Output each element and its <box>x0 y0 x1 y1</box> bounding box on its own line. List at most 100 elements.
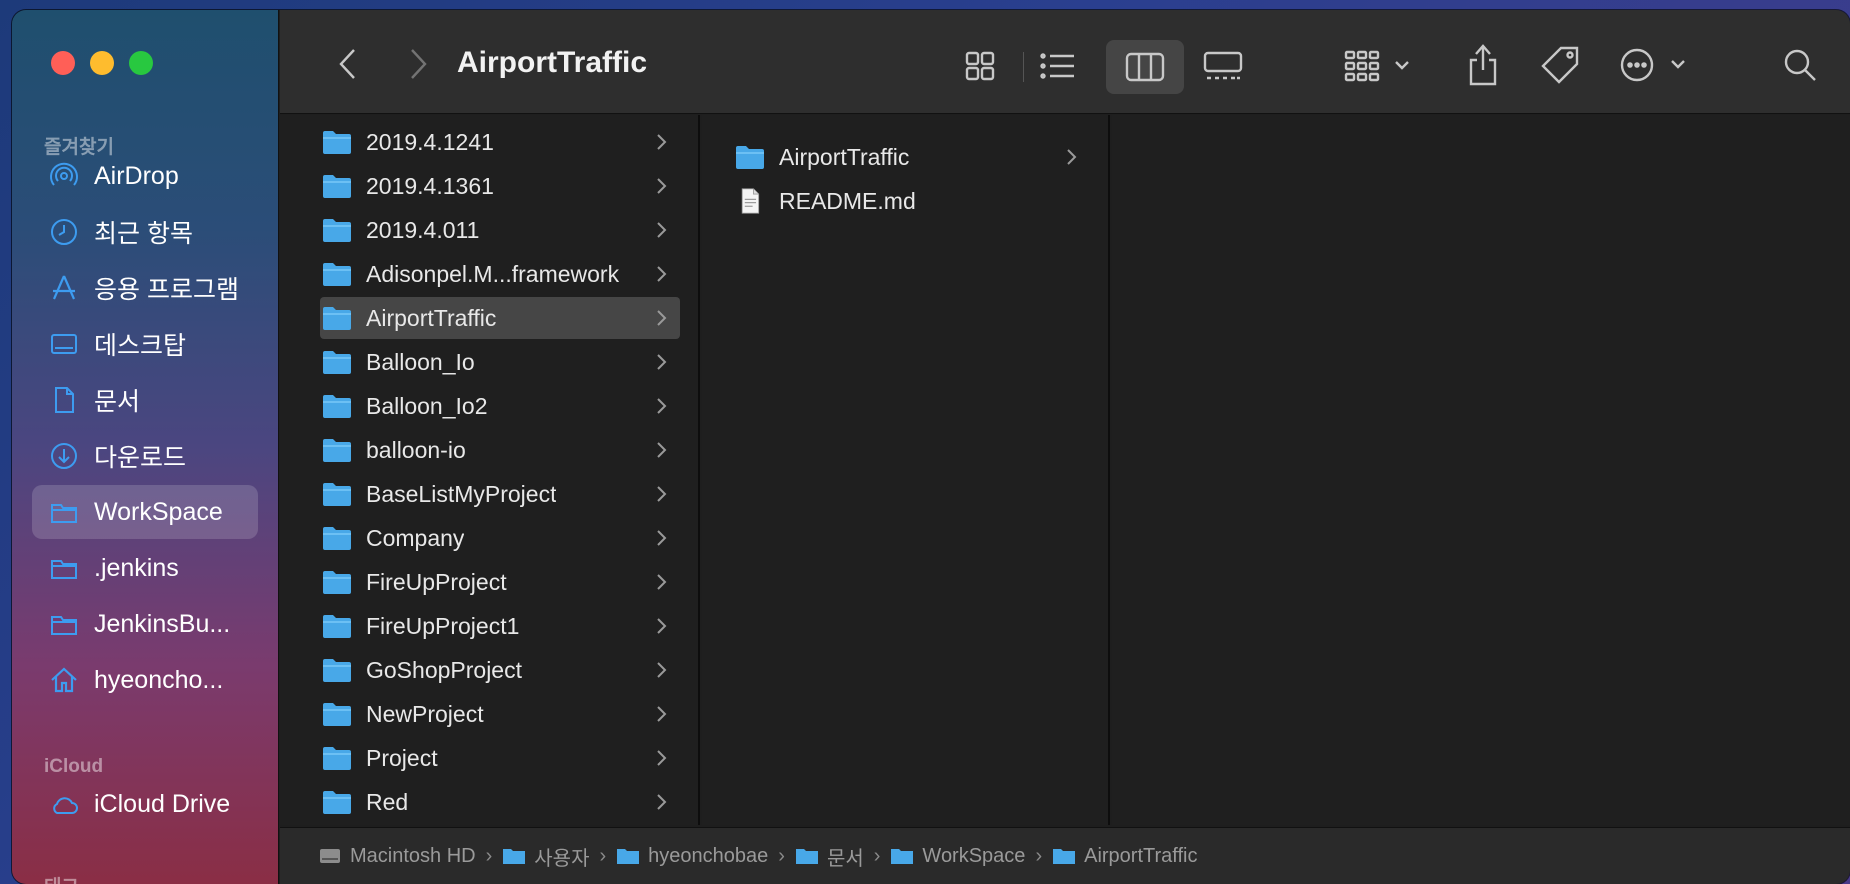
folder-icon <box>323 263 351 286</box>
folder-row[interactable]: Balloon_Io <box>320 341 680 383</box>
path-crumb[interactable]: AirportTraffic <box>1052 845 1197 868</box>
sidebar-item[interactable]: JenkinsBu... <box>32 597 258 651</box>
column-1[interactable]: 2019.4.1241 2019.4.1361 2019.4.011 Adisonpe… <box>280 115 700 825</box>
zoom-button[interactable] <box>129 51 153 75</box>
path-crumb[interactable]: WorkSpace <box>890 845 1025 868</box>
folder-row[interactable]: Balloon_Io2 <box>320 385 680 427</box>
sidebar-item[interactable]: 최근 항목 <box>32 205 258 259</box>
window-title: AirportTraffic <box>457 46 648 79</box>
folder-row[interactable]: AirportTraffic <box>320 297 680 339</box>
path-crumb-label: hyeonchobae <box>648 844 769 867</box>
folder-row[interactable]: AirportTraffic <box>735 136 1090 178</box>
path-crumb[interactable]: 문서 <box>795 842 864 871</box>
toolbar: AirportTraffic <box>280 10 1850 114</box>
path-crumb-label: Macintosh HD <box>350 844 476 867</box>
folder-row[interactable]: FireUpProject <box>320 561 680 603</box>
chevron-right-icon <box>657 486 667 502</box>
path-separator-icon: › <box>599 844 607 867</box>
sidebar-item-label: 최근 항목 <box>94 220 193 248</box>
path-crumb[interactable]: Macintosh HD <box>318 845 476 868</box>
cloud-icon <box>48 788 80 820</box>
chevron-right-icon <box>657 618 667 634</box>
path-separator-icon: › <box>1035 844 1043 867</box>
icon-view-button[interactable] <box>960 46 1000 86</box>
sidebar-item-label: .jenkins <box>94 553 179 582</box>
folder-row[interactable]: 2019.4.011 <box>320 209 680 251</box>
group-button[interactable] <box>1343 46 1419 86</box>
column-view-button[interactable] <box>1106 40 1184 94</box>
sidebar-item-label: AirDrop <box>94 161 179 190</box>
minimize-button[interactable] <box>90 51 114 75</box>
tag-button[interactable] <box>1537 42 1583 88</box>
path-separator-icon: › <box>485 844 493 867</box>
path-bar: Macintosh HD › 사용자 › hyeonchobae › 문서 › WorkSpac… <box>280 827 1850 884</box>
list-view-button[interactable] <box>1036 46 1080 86</box>
folder-row[interactable]: BaseListMyProject <box>320 473 680 515</box>
sidebar-item-label: JenkinsBu... <box>94 609 231 638</box>
folder-row[interactable]: 2019.4.1241 <box>320 121 680 163</box>
folder-name: AirportTraffic <box>366 304 497 331</box>
tag-icon <box>1541 46 1579 84</box>
sidebar-item[interactable]: 데스크탑 <box>32 317 258 371</box>
forward-button[interactable] <box>400 44 436 84</box>
sidebar-item[interactable]: 문서 <box>32 373 258 427</box>
back-button[interactable] <box>330 44 366 84</box>
path-crumb-label: 문서 <box>826 847 864 870</box>
folder-row[interactable]: GoShopProject <box>320 649 680 691</box>
folder-icon <box>323 219 351 242</box>
sidebar-item[interactable]: AirDrop <box>32 149 258 203</box>
folder-name: Red <box>366 788 409 815</box>
chevron-right-icon <box>657 794 667 810</box>
share-button[interactable] <box>1463 40 1503 90</box>
sidebar-item[interactable]: hyeoncho... <box>32 653 258 707</box>
folder-row[interactable]: 2019.4.1361 <box>320 165 680 207</box>
more-icon <box>1620 48 1685 82</box>
folder-icon <box>323 527 351 550</box>
folder-name: 2019.4.1241 <box>366 128 494 155</box>
folder-row[interactable]: FireUpProject1 <box>320 605 680 647</box>
folder-row[interactable]: Company <box>320 517 680 559</box>
folder-row[interactable]: Adisonpel.M...framework <box>320 253 680 295</box>
chevron-right-icon <box>657 266 667 282</box>
folder-row[interactable]: Project <box>320 737 680 779</box>
folder-name: NewProject <box>366 700 484 727</box>
folder-name: FireUpProject1 <box>366 612 520 639</box>
folder-row[interactable]: NewProject <box>320 693 680 735</box>
search-button[interactable] <box>1780 44 1820 86</box>
back-chevron-icon <box>339 49 355 79</box>
airdrop-icon <box>48 160 80 192</box>
folder-icon <box>323 703 351 726</box>
folder-icon <box>503 849 526 864</box>
folder-row[interactable]: Red <box>320 781 680 823</box>
folder-icon <box>736 146 764 169</box>
close-button[interactable] <box>51 51 75 75</box>
share-icon <box>1469 44 1497 86</box>
folder-icon <box>795 849 818 864</box>
sidebar-item[interactable]: iCloud Drive <box>32 777 258 831</box>
column-view-icon <box>1125 52 1165 82</box>
file-row[interactable]: README.md <box>735 180 1090 222</box>
folder-name: balloon-io <box>366 436 466 463</box>
sidebar-item[interactable]: WorkSpace <box>32 485 258 539</box>
tags-title: 태그 <box>44 872 79 884</box>
chevron-right-icon <box>657 574 667 590</box>
sidebar-item[interactable]: 응용 프로그램 <box>32 261 258 315</box>
folder-icon <box>48 496 80 528</box>
path-crumb[interactable]: 사용자 <box>502 842 589 871</box>
desktop-icon <box>48 328 80 360</box>
sidebar-item-label: 데스크탑 <box>94 332 187 360</box>
column-3[interactable] <box>1112 115 1850 825</box>
folder-name: Adisonpel.M...framework <box>366 260 620 287</box>
more-button[interactable] <box>1618 44 1698 86</box>
folder-icon <box>323 747 351 770</box>
gallery-view-button[interactable] <box>1200 46 1246 86</box>
path-crumb[interactable]: hyeonchobae <box>616 845 768 868</box>
finder-window: 즐겨찾기 AirDrop 최근 항목 응용 프로그램 데스크탑 문서 다운로드 WorkSp… <box>12 10 1850 884</box>
chevron-right-icon <box>657 530 667 546</box>
chevron-right-icon <box>657 706 667 722</box>
folder-row[interactable]: balloon-io <box>320 429 680 471</box>
sidebar-item[interactable]: .jenkins <box>32 541 258 595</box>
column-2[interactable]: AirportTraffic README.md <box>702 115 1110 825</box>
document-icon <box>48 384 80 416</box>
sidebar-item[interactable]: 다운로드 <box>32 429 258 483</box>
